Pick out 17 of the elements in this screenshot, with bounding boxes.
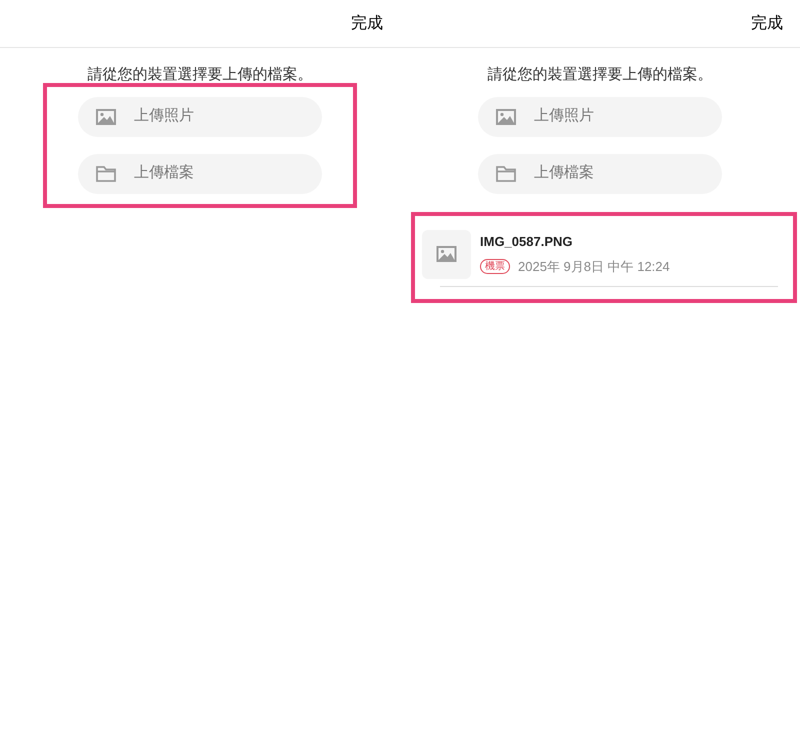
done-button[interactable]: 完成 — [351, 12, 383, 36]
file-name: IMG_0587.PNG — [480, 233, 574, 251]
image-icon — [496, 108, 516, 124]
image-icon — [96, 108, 116, 124]
image-icon — [436, 246, 457, 262]
upload-file-button[interactable]: 上傳檔案 — [78, 154, 322, 194]
file-tag: 機票 — [480, 258, 510, 274]
folder-icon — [496, 166, 516, 182]
upload-photo-button[interactable]: 上傳照片 — [78, 96, 322, 136]
file-item[interactable]: IMG_0587.PNG 機票 2025年 9月8日 中午 12:24 — [422, 230, 778, 278]
upload-photo-button[interactable]: 上傳照片 — [478, 96, 722, 136]
upload-file-button[interactable]: 上傳檔案 — [478, 154, 722, 194]
prompt-text: 請從您的裝置選擇要上傳的檔案。 — [486, 65, 714, 85]
prompt-text: 請從您的裝置選擇要上傳的檔案。 — [86, 65, 314, 85]
folder-icon — [96, 166, 116, 182]
file-date: 2025年 9月8日 中午 12:24 — [518, 258, 670, 276]
done-button[interactable]: 完成 — [751, 12, 783, 36]
